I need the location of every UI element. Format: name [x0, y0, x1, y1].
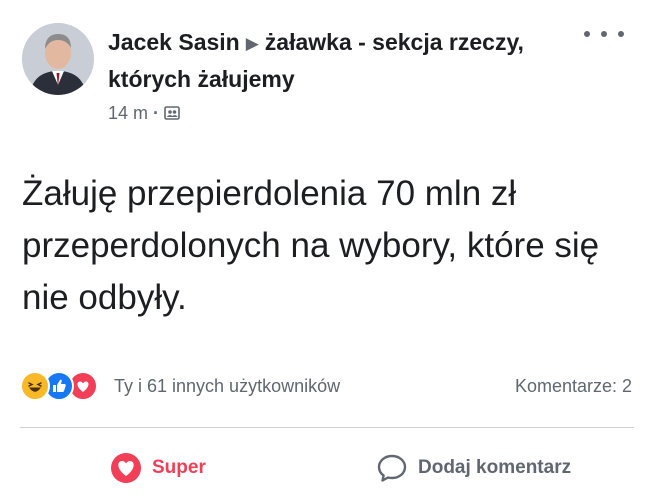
group-audience-icon	[164, 106, 180, 120]
shared-to-arrow-icon: ▶	[245, 34, 259, 53]
reaction-button[interactable]: Super	[110, 450, 206, 486]
reaction-count-text[interactable]: Ty i 61 innych użytkowników	[114, 376, 340, 397]
meta-separator: ·	[153, 103, 160, 123]
more-dot-icon	[601, 31, 607, 37]
author-name[interactable]: Jacek Sasin	[108, 29, 240, 55]
more-options-button[interactable]	[584, 24, 624, 44]
reaction-icons	[20, 371, 98, 401]
post-text: Żałuję przepierdolenia 70 mln zł przeper…	[22, 174, 600, 317]
more-dot-icon	[584, 31, 590, 37]
love-reaction-icon	[111, 453, 141, 483]
add-comment-label: Dodaj komentarz	[418, 457, 572, 478]
divider	[20, 427, 634, 428]
post-timestamp[interactable]: 14 m	[108, 102, 148, 124]
more-dot-icon	[618, 31, 624, 37]
comment-bubble-icon	[377, 454, 407, 482]
author-avatar[interactable]	[22, 23, 94, 95]
reactions-summary[interactable]: Ty i 61 innych użytkowników	[20, 371, 340, 401]
avatar-photo	[22, 23, 94, 95]
add-comment-button[interactable]: Dodaj komentarz	[376, 450, 571, 486]
post-header-title: Jacek Sasin ▶ żaławka - sekcja rzeczy, któ…	[108, 25, 558, 96]
comments-count[interactable]: Komentarze: 2	[515, 376, 632, 397]
haha-reaction-icon	[20, 371, 50, 401]
post-meta: 14 m ·	[108, 102, 180, 124]
reaction-button-label: Super	[152, 457, 206, 478]
post-card: Jacek Sasin ▶ żaławka - sekcja rzeczy, któ…	[0, 0, 654, 498]
